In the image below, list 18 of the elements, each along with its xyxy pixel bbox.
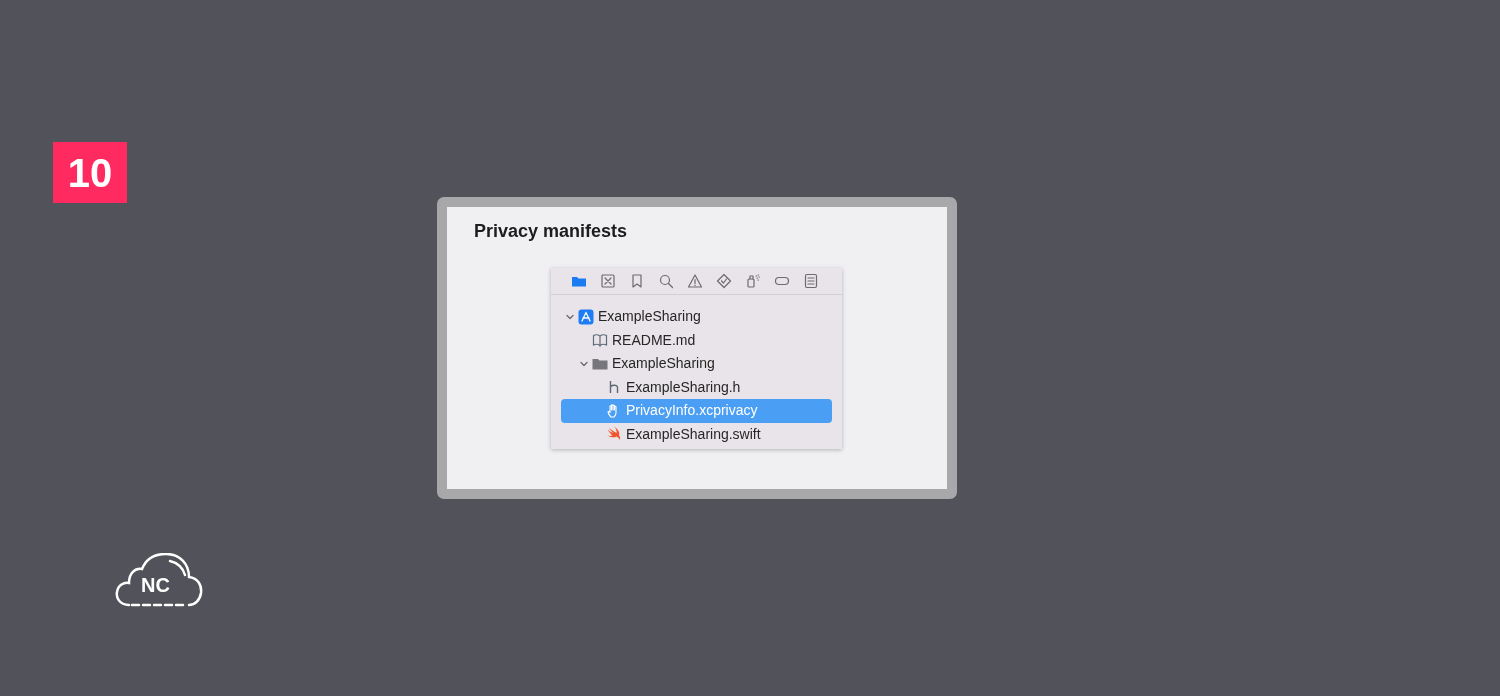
tree-row[interactable]: README.md: [561, 328, 832, 352]
tree-row[interactable]: ExampleSharing: [561, 305, 832, 329]
tree-row[interactable]: ExampleSharing.h: [561, 375, 832, 399]
book-icon: [592, 332, 608, 349]
warning-icon[interactable]: [687, 273, 703, 289]
tree-row[interactable]: ExampleSharing: [561, 352, 832, 376]
logo-text: NC: [141, 575, 170, 595]
app-icon: [578, 308, 594, 325]
slide-title: Privacy manifests: [474, 220, 628, 242]
diamond-icon[interactable]: [716, 273, 732, 289]
list-icon[interactable]: [803, 273, 819, 289]
cloud-icon: [115, 553, 203, 607]
tree-row[interactable]: ExampleSharing.swift: [561, 422, 832, 446]
spray-can-icon[interactable]: [745, 273, 761, 289]
search-icon[interactable]: [658, 273, 674, 289]
bookmark-icon[interactable]: [629, 273, 645, 289]
close-square-icon[interactable]: [600, 273, 616, 289]
number-badge: 10: [53, 142, 127, 203]
